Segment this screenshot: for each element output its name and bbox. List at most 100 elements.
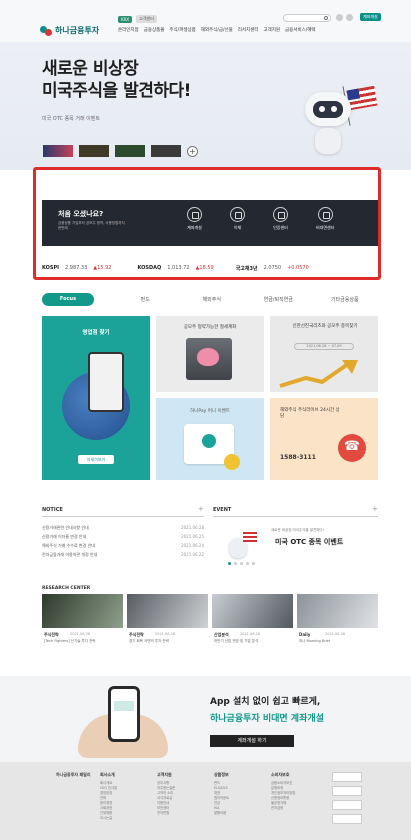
pagination-dot[interactable] xyxy=(228,562,231,565)
quick-item-certificate[interactable]: 인증센터 xyxy=(273,207,288,231)
ticker-value-kosdaq: 1,013.72 xyxy=(167,265,190,271)
nav-item-research[interactable]: 리서치센터 xyxy=(238,27,259,33)
menu-icon[interactable] xyxy=(346,14,353,21)
research-title: 하반기 산업 전망 및 기업 분석 xyxy=(214,639,259,643)
nav-item-online-branch[interactable]: 온라인지점 xyxy=(118,27,139,33)
open-account-button[interactable]: 계좌개설 xyxy=(360,13,381,21)
event-subtitle: 새로운 비상장 미국주식을 발견하다! xyxy=(271,528,325,532)
nav-item-services[interactable]: 금융서비스/혜택 xyxy=(285,27,316,33)
research-category: 주식전략 xyxy=(44,632,59,637)
quick-item-account[interactable]: 계좌개설 xyxy=(187,207,202,231)
util-chip-support[interactable]: 고객센터 xyxy=(136,15,157,23)
footer-brand: 하나금융투자 패밀리 xyxy=(56,772,91,777)
tab-overseas-stock[interactable]: 해외주식 xyxy=(179,296,246,303)
hero-subtitle: 미국 OTC 종목 거래 이벤트 xyxy=(42,116,100,122)
header-icons xyxy=(336,14,353,21)
search-icon[interactable] xyxy=(324,16,328,20)
footer-column-consumer: 소비자보호 금융소비자보호 분쟁조정 개인정보처리방침 신용정보활용 불공정거래… xyxy=(271,772,315,811)
research-item[interactable]: 주식전략 2021.06.28 [Tech Fighters] 신기술 투자 전… xyxy=(42,594,123,652)
research-category: 주식전략 xyxy=(129,632,144,637)
quick-item-label: 인증센터 xyxy=(273,225,288,230)
research-item[interactable]: 산업분석 2021.06.28 하반기 산업 전망 및 기업 분석 xyxy=(212,594,293,652)
ticker-name-kosdaq: KOSDAQ xyxy=(137,265,162,271)
promo-detail-button[interactable]: 자세히보기 xyxy=(78,455,114,464)
util-chip-krx[interactable]: KRX xyxy=(118,15,133,23)
list-item[interactable]: 신용거래관련 안내사항 안내 2021.06.28 xyxy=(42,523,204,532)
robot-head xyxy=(305,92,351,126)
event-banner[interactable]: 새로운 비상장 미국주식을 발견하다! 미국 OTC 종목 이벤트 xyxy=(213,522,378,566)
search-input[interactable] xyxy=(283,14,331,22)
hero-thumbnails: + xyxy=(43,145,198,157)
promo-overseas-consult[interactable]: 해외주식 주식라이브 24시간 상담 1588-3111 xyxy=(270,398,378,480)
hero-thumb-3[interactable] xyxy=(115,145,145,157)
safe-piggy-illustration xyxy=(186,338,232,380)
promo-title: 공모주 청약가능한 절세계좌 xyxy=(183,325,237,330)
pagination-dot[interactable] xyxy=(234,562,237,565)
certification-badge[interactable] xyxy=(332,786,362,796)
hero-thumb-1[interactable] xyxy=(43,145,73,157)
research-date: 2021.06.28 xyxy=(155,632,176,636)
promo-title: 신한선진국리츠와 공모주 종목찾기 xyxy=(292,324,358,329)
event-more-icon[interactable]: + xyxy=(372,505,378,513)
footer-link[interactable]: 오시는길 xyxy=(100,816,144,821)
notice-title: 전자금융거래 이용약관 개정 안내 xyxy=(42,552,98,557)
app-banner-title: App 설치 없이 쉽고 빠르게, xyxy=(210,697,321,707)
tab-pension[interactable]: 연금/퇴직연금 xyxy=(245,296,312,303)
event-pagination xyxy=(228,562,255,565)
notice-more-icon[interactable]: + xyxy=(198,505,204,513)
pagination-dot[interactable] xyxy=(246,562,249,565)
research-category: Daily xyxy=(299,632,311,637)
tab-other-products[interactable]: 기타금융상품 xyxy=(312,296,379,303)
research-title: 하나 Morning Brief xyxy=(299,639,331,643)
quick-item-label: 비대면센터 xyxy=(316,225,335,230)
footer-link[interactable]: 전자민원 xyxy=(157,811,201,816)
tab-fund[interactable]: 펀드 xyxy=(112,296,179,303)
footer-column-support: 고객지원 공지사항 자주묻는질문 고객의 소리 서식자료실 이용안내 보안센터 … xyxy=(157,772,201,816)
nav-item-support[interactable]: 고객지원 xyxy=(263,27,280,33)
coin-icon xyxy=(224,454,240,470)
research-image xyxy=(127,594,208,628)
ticker-name-bond: 국고채3년 xyxy=(235,265,258,272)
hero-thumb-2[interactable] xyxy=(79,145,109,157)
certification-badge[interactable] xyxy=(332,814,362,824)
quick-menu-title: 처음 오셨나요? xyxy=(58,210,104,218)
footer-column-company: 회사소개 회사개요 CEO 인사말 경영방침 연혁 윤리경영 사회공헌 인재채용… xyxy=(100,772,144,821)
quick-item-transfer[interactable]: 이체 xyxy=(230,207,245,231)
research-item[interactable]: Daily 2021.06.28 하나 Morning Brief xyxy=(297,594,378,652)
research-image xyxy=(212,594,293,628)
quick-item-label: 이체 xyxy=(233,225,242,230)
certification-badge[interactable] xyxy=(332,800,362,810)
hero-more-button[interactable]: + xyxy=(187,145,198,157)
us-flag-icon xyxy=(243,532,257,542)
hero-thumb-4[interactable] xyxy=(151,145,181,157)
open-account-cta-button[interactable]: 계좌개설 하기 xyxy=(210,735,294,747)
hero-banner[interactable]: 새로운 비상장 미국주식을 발견하다! 미국 OTC 종목 거래 이벤트 + xyxy=(0,42,411,170)
nav-item-products[interactable]: 금융상품몰 xyxy=(144,27,165,33)
list-item[interactable]: 해외주식 거래 수수료 변경 안내 2021.06.24 xyxy=(42,541,204,550)
logo-text: 하나금융투자 xyxy=(55,26,100,35)
logo-icon xyxy=(40,25,52,36)
login-icon[interactable] xyxy=(336,14,343,21)
promo-tax-account[interactable]: 공모주 청약가능한 절세계좌 xyxy=(156,316,264,392)
promo-reits[interactable]: 신한선진국리츠와 공모주 종목찾기 2021.06.28 ~ 07.09 xyxy=(270,316,378,392)
research-title: [Tech Fighters] 신기술 투자 전략 xyxy=(44,639,96,643)
research-category: 산업분석 xyxy=(214,632,229,637)
promo-phone-number: 1588-3111 xyxy=(280,454,316,461)
tab-focus[interactable]: Focus xyxy=(42,293,94,306)
phone-call-icon xyxy=(338,434,366,462)
pagination-dot[interactable] xyxy=(240,562,243,565)
footer-link[interactable]: 발행어음 xyxy=(214,811,258,816)
list-item[interactable]: 신용거래 이자율 변경 안내 2021.06.25 xyxy=(42,532,204,541)
certification-badge[interactable] xyxy=(332,772,362,782)
quick-item-remote-center[interactable]: 비대면센터 xyxy=(316,207,334,231)
promo-branch-finder[interactable]: 영업점 찾기 자세히보기 xyxy=(42,316,150,480)
promo-pay-money[interactable]: 하나Pay 머니 이벤트 xyxy=(156,398,264,480)
nav-item-overseas[interactable]: 해외주식/금/선물 xyxy=(201,27,233,33)
research-item[interactable]: 주식전략 2021.06.28 경기 회복 국면의 투자 전략 xyxy=(127,594,208,652)
pagination-dot[interactable] xyxy=(252,562,255,565)
global-nav: 온라인지점 금융상품몰 주식/파생상품 해외주식/금/선물 리서치센터 고객지원… xyxy=(118,27,316,33)
nav-item-stock-derivatives[interactable]: 주식/파생상품 xyxy=(169,27,195,33)
list-item[interactable]: 전자금융거래 이용약관 개정 안내 2021.06.22 xyxy=(42,550,204,559)
footer-link[interactable]: 전자금융 xyxy=(271,806,315,811)
logo[interactable]: 하나금융투자 xyxy=(40,25,99,36)
